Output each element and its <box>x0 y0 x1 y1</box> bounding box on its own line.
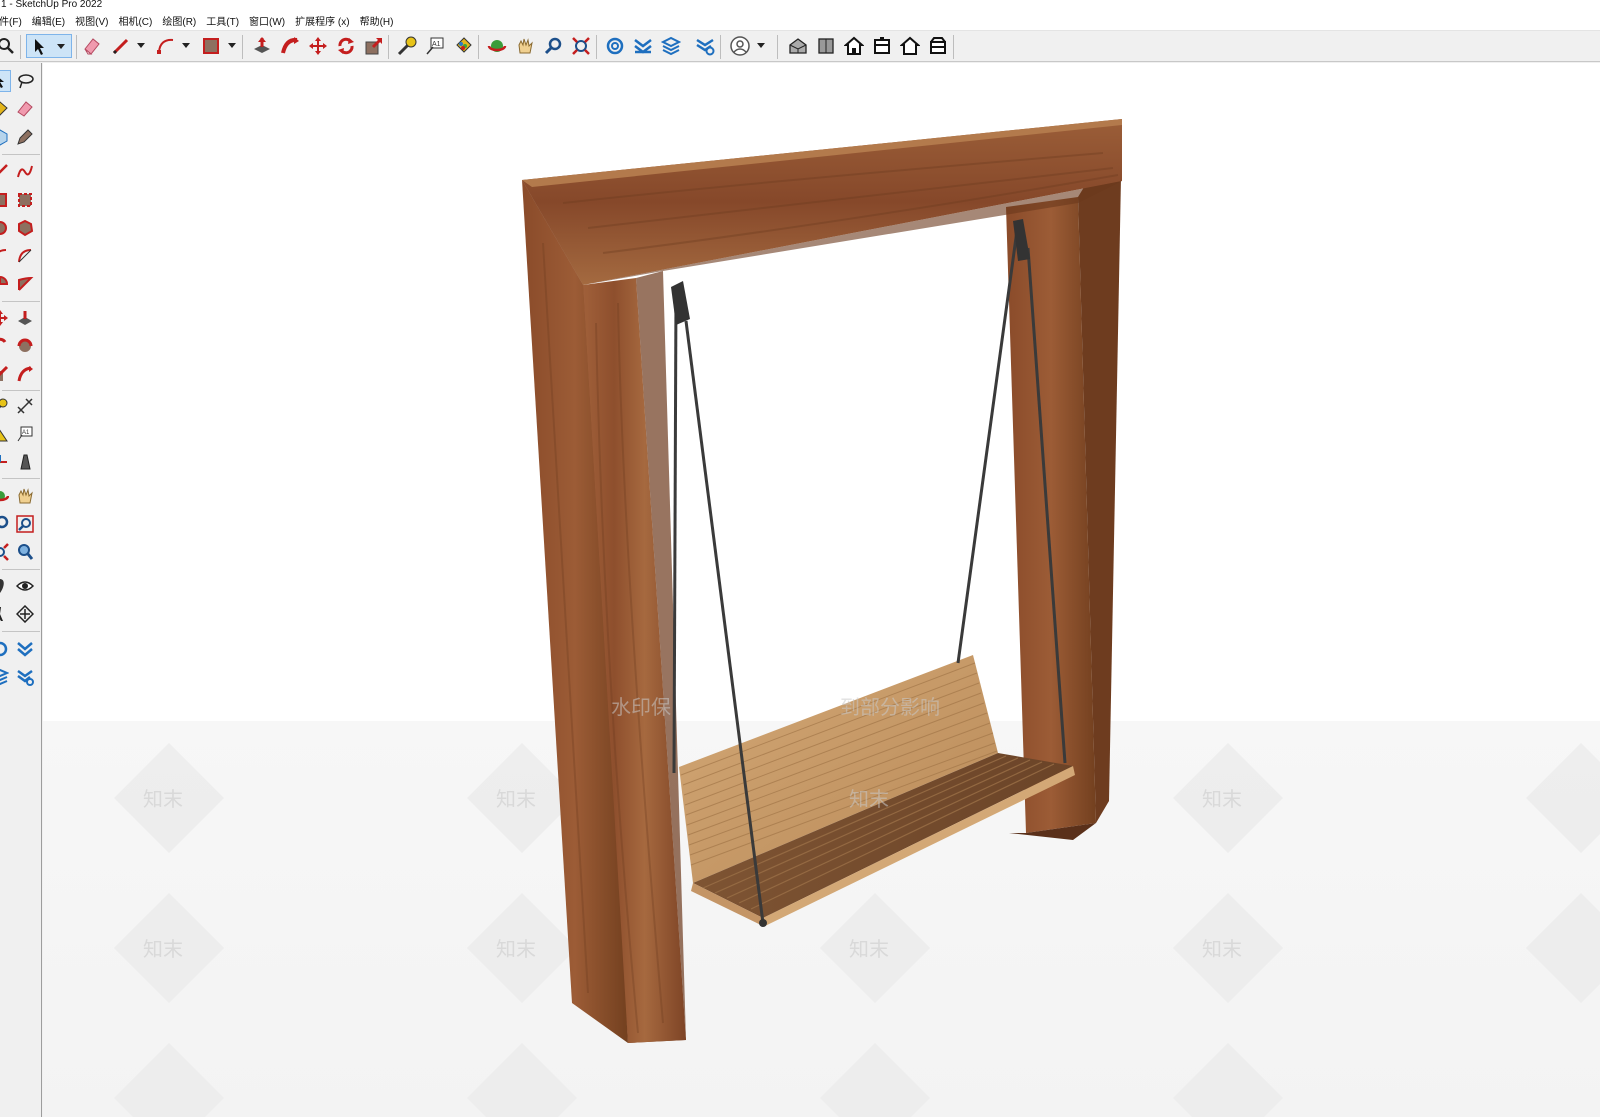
arc-icon[interactable] <box>154 34 178 58</box>
zoom-icon[interactable] <box>0 513 11 535</box>
window-title-bar: 1 - SketchUp Pro 2022 <box>0 0 1600 11</box>
svg-text:A1: A1 <box>432 41 441 48</box>
push-pull-icon[interactable] <box>250 34 274 58</box>
warehouse-icon[interactable] <box>0 638 11 660</box>
menu-tools[interactable]: 工具(T) <box>206 13 244 28</box>
orbit-icon[interactable] <box>485 34 509 58</box>
pan-icon[interactable] <box>513 34 537 58</box>
select-icon[interactable] <box>0 70 11 92</box>
line-icon[interactable] <box>0 161 11 183</box>
eraser-icon[interactable] <box>80 34 104 58</box>
extension-warehouse-icon[interactable] <box>631 34 655 58</box>
chevron-down-icon[interactable] <box>182 43 190 48</box>
zoom-window-icon[interactable] <box>541 34 565 58</box>
component-icon[interactable] <box>0 126 11 148</box>
chevron-down-icon[interactable] <box>137 43 145 48</box>
menu-bar: 件(F) 编辑(E) 视图(V) 相机(C) 绘图(R) 工具(T) 窗口(W)… <box>0 11 1600 30</box>
select-icon <box>33 38 47 56</box>
iso-view-icon[interactable] <box>786 34 810 58</box>
svg-text:A1: A1 <box>22 430 30 436</box>
zoom-extents-icon[interactable] <box>569 34 593 58</box>
move-icon[interactable] <box>0 307 11 329</box>
section-plane-icon[interactable] <box>14 603 36 625</box>
text-icon[interactable]: A1 <box>14 423 36 445</box>
chevron-down-icon[interactable] <box>57 44 65 49</box>
extension-manager-icon[interactable] <box>14 666 36 688</box>
pan-icon[interactable] <box>14 485 36 507</box>
extension-manager-icon[interactable] <box>693 34 717 58</box>
select-tool-button[interactable] <box>26 34 72 58</box>
offset-icon[interactable] <box>14 363 36 385</box>
axes-icon[interactable] <box>0 451 11 473</box>
orbit-icon[interactable] <box>0 485 11 507</box>
push-pull-icon[interactable] <box>14 307 36 329</box>
tape-measure-icon[interactable] <box>0 395 11 417</box>
chevron-down-icon[interactable] <box>757 43 765 48</box>
follow-me-icon[interactable] <box>278 34 302 58</box>
lasso-icon[interactable] <box>14 70 36 92</box>
menu-extensions[interactable]: 扩展程序 (x) <box>295 13 354 28</box>
menu-edit[interactable]: 编辑(E) <box>32 13 70 28</box>
chevron-down-icon[interactable] <box>228 43 236 48</box>
rotate-icon[interactable] <box>0 335 11 357</box>
tape-measure-icon[interactable] <box>395 34 419 58</box>
left-toolbar: A1 <box>0 63 42 1117</box>
two-point-arc-icon[interactable] <box>14 245 36 267</box>
scale-icon[interactable] <box>0 363 11 385</box>
menu-draw[interactable]: 绘图(R) <box>162 13 201 28</box>
extension-warehouse-icon[interactable] <box>14 638 36 660</box>
rotate-icon[interactable] <box>334 34 358 58</box>
follow-me-icon[interactable] <box>14 335 36 357</box>
look-around-icon[interactable] <box>14 575 36 597</box>
account-icon[interactable] <box>728 34 752 58</box>
top-view-icon[interactable] <box>814 34 838 58</box>
walk-icon[interactable] <box>0 603 11 625</box>
warehouse-icon[interactable] <box>603 34 627 58</box>
protractor-icon[interactable] <box>0 423 11 445</box>
zoom-window-icon[interactable] <box>14 513 36 535</box>
right-view-icon[interactable] <box>870 34 894 58</box>
scale-icon[interactable] <box>362 34 386 58</box>
window-title: 1 - SketchUp Pro 2022 <box>1 0 103 10</box>
eraser-icon[interactable] <box>14 98 36 120</box>
circle-icon[interactable] <box>0 217 11 239</box>
dimension-icon[interactable] <box>14 395 36 417</box>
sketchup-window: 1 - SketchUp Pro 2022 件(F) 编辑(E) 视图(V) 相… <box>0 0 1600 1117</box>
menu-help[interactable]: 帮助(H) <box>360 13 399 28</box>
arc-icon[interactable] <box>0 245 11 267</box>
rotated-rectangle-icon[interactable] <box>14 189 36 211</box>
layout-icon[interactable] <box>659 34 683 58</box>
freehand-icon[interactable] <box>14 161 36 183</box>
three-point-arc-icon[interactable] <box>14 273 36 295</box>
previous-view-icon[interactable] <box>14 541 36 563</box>
menu-camera[interactable]: 相机(C) <box>118 13 157 28</box>
tag-icon[interactable] <box>14 126 36 148</box>
main-toolbar: A1 <box>0 30 1600 62</box>
back-view-icon[interactable] <box>898 34 922 58</box>
move-icon[interactable] <box>306 34 330 58</box>
polygon-icon[interactable] <box>14 217 36 239</box>
menu-file[interactable]: 件(F) <box>0 13 27 28</box>
paint-bucket-icon[interactable] <box>0 98 11 120</box>
rectangle-icon[interactable] <box>0 189 11 211</box>
layout-icon[interactable] <box>0 666 11 688</box>
paint-bucket-icon[interactable] <box>451 34 475 58</box>
rectangle-icon[interactable] <box>199 34 223 58</box>
menu-view[interactable]: 视图(V) <box>75 13 113 28</box>
model-viewport[interactable]: 水印保 到部分影响 知末 知末 知末 知末 知末 知末 知末 知末 <box>43 63 1600 1117</box>
3d-text-icon[interactable] <box>14 451 36 473</box>
pie-icon[interactable] <box>0 273 11 295</box>
menu-window[interactable]: 窗口(W) <box>249 13 290 28</box>
text-icon[interactable]: A1 <box>423 34 447 58</box>
front-view-icon[interactable] <box>842 34 866 58</box>
pencil-icon[interactable] <box>109 34 133 58</box>
position-camera-icon[interactable] <box>0 575 11 597</box>
left-rope-bracket <box>671 281 690 325</box>
zoom-extents-icon[interactable] <box>0 541 11 563</box>
left-view-icon[interactable] <box>926 34 950 58</box>
zoom-icon[interactable] <box>0 34 18 58</box>
swing-model[interactable] <box>43 63 1600 1117</box>
